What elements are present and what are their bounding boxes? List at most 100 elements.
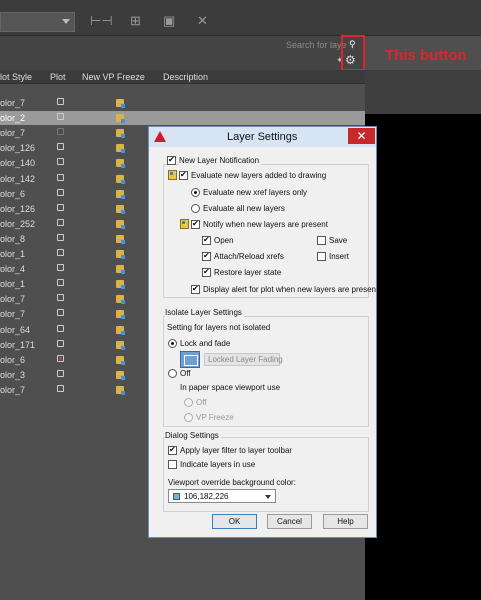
vp-freeze-icon[interactable] (116, 129, 125, 139)
open-checkbox[interactable] (202, 235, 211, 245)
ps-vp-freeze-radio[interactable] (184, 413, 193, 422)
save-checkbox[interactable] (317, 236, 326, 245)
column-description[interactable]: Description (163, 72, 208, 82)
plot-icon[interactable] (57, 98, 65, 106)
locked-fading-slider[interactable]: Locked Layer Fading (204, 353, 283, 366)
plot-icon[interactable] (57, 279, 65, 287)
plot-style-cell[interactable]: olor_6 (0, 189, 25, 199)
viewport-color-select[interactable]: 106,182,226 (168, 489, 276, 503)
vp-freeze-icon[interactable] (116, 385, 125, 395)
vp-freeze-icon[interactable] (116, 159, 125, 169)
vp-freeze-icon[interactable] (116, 189, 125, 199)
evaluate-all-radio[interactable] (191, 204, 200, 213)
column-plot-style[interactable]: lot Style (0, 72, 32, 82)
column-plot[interactable]: Plot (50, 72, 66, 82)
plot-style-cell[interactable]: olor_1 (0, 279, 25, 289)
vp-freeze-icon[interactable] (116, 295, 125, 305)
paste-icon[interactable]: ▣ (163, 14, 175, 28)
ok-button[interactable]: OK (212, 514, 257, 529)
plot-icon[interactable] (57, 354, 65, 363)
plot-icon[interactable] (57, 294, 65, 302)
vp-freeze-icon[interactable] (116, 219, 125, 229)
plot-icon[interactable] (57, 309, 65, 317)
vp-freeze-icon[interactable] (116, 325, 125, 335)
plot-style-cell[interactable]: olor_7 (0, 294, 25, 304)
off-radio[interactable] (168, 369, 177, 378)
plot-icon[interactable] (57, 158, 65, 166)
evaluate-new-checkbox[interactable] (179, 170, 188, 180)
plot-style-cell[interactable]: olor_171 (0, 340, 35, 350)
plot-style-cell[interactable]: olor_2 (0, 113, 25, 123)
table-row[interactable]: olor_7 (0, 96, 365, 110)
vp-freeze-icon[interactable] (116, 280, 125, 290)
column-new-vp-freeze[interactable]: New VP Freeze (82, 72, 145, 82)
vp-freeze-icon[interactable] (116, 340, 125, 350)
plot-style-cell[interactable]: olor_4 (0, 264, 25, 274)
vp-freeze-icon[interactable] (116, 370, 125, 380)
vp-freeze-icon[interactable] (116, 114, 125, 124)
isolate-icon[interactable]: ⊞ (130, 14, 141, 28)
lock-fade-radio[interactable] (168, 339, 177, 348)
measure-icon[interactable]: ⊢⊣ (90, 14, 113, 28)
plot-style-cell[interactable]: olor_3 (0, 370, 25, 380)
cancel-button[interactable]: Cancel (267, 514, 312, 529)
plot-style-cell[interactable]: olor_64 (0, 325, 30, 335)
indicate-use-checkbox[interactable] (168, 460, 177, 469)
plot-icon[interactable] (57, 113, 65, 121)
display-alert-checkbox[interactable] (191, 284, 200, 294)
plot-style-cell[interactable]: olor_7 (0, 385, 25, 395)
vp-freeze-icon[interactable] (116, 204, 125, 214)
plot-icon[interactable] (57, 128, 65, 136)
insert-checkbox[interactable] (317, 252, 326, 261)
restore-state-checkbox[interactable] (202, 267, 211, 277)
plot-style-cell[interactable]: olor_8 (0, 234, 25, 244)
plot-icon[interactable] (57, 203, 65, 212)
plot-style-cell[interactable]: olor_7 (0, 309, 25, 319)
plot-icon[interactable] (57, 173, 65, 182)
plot-icon[interactable] (57, 188, 65, 197)
layer-combo[interactable] (0, 12, 75, 32)
plot-style-cell[interactable]: olor_1 (0, 249, 25, 259)
plot-style-cell[interactable]: olor_126 (0, 204, 35, 214)
apply-filter-checkbox[interactable] (168, 445, 177, 455)
plot-icon[interactable] (57, 339, 65, 348)
vp-freeze-icon[interactable] (116, 355, 125, 365)
plot-icon[interactable] (57, 218, 65, 227)
vp-freeze-icon[interactable] (116, 99, 125, 108)
help-button[interactable]: Help (323, 514, 368, 529)
right-strip (365, 70, 481, 114)
plot-icon[interactable] (57, 143, 65, 151)
vp-freeze-icon[interactable] (116, 265, 125, 275)
plot-style-cell[interactable]: olor_140 (0, 158, 35, 168)
plot-style-cell[interactable]: olor_6 (0, 355, 25, 365)
model-space[interactable] (365, 114, 481, 600)
plot-style-cell[interactable]: olor_252 (0, 219, 35, 229)
plot-icon[interactable] (57, 233, 65, 242)
vp-freeze-icon[interactable] (116, 310, 125, 320)
table-row[interactable]: olor_2 (0, 111, 365, 126)
evaluate-xref-radio[interactable] (191, 188, 200, 197)
plot-style-cell[interactable]: olor_7 (0, 128, 25, 138)
plot-icon[interactable] (57, 384, 65, 393)
vp-freeze-icon[interactable] (116, 250, 125, 259)
vp-freeze-icon[interactable] (116, 234, 125, 244)
plot-icon[interactable] (57, 249, 65, 257)
ps-off-radio[interactable] (184, 398, 193, 407)
plot-icon[interactable] (57, 264, 65, 272)
plot-style-cell[interactable]: olor_7 (0, 98, 25, 108)
table-header: lot Style Plot New VP Freeze Description (0, 70, 365, 84)
notify-present-checkbox[interactable] (191, 219, 200, 229)
new-layer-notification-checkbox[interactable] (167, 155, 176, 165)
dialog-close-button[interactable]: ✕ (348, 128, 375, 144)
close-icon[interactable]: ✕ (197, 14, 208, 28)
plot-style-cell[interactable]: olor_142 (0, 174, 35, 184)
plot-style-cell[interactable]: olor_126 (0, 143, 35, 153)
lock-fade-label: Lock and fade (180, 339, 231, 348)
attach-reload-checkbox[interactable] (202, 251, 211, 261)
plot-icon[interactable] (57, 369, 65, 378)
evaluate-all-label: Evaluate all new layers (203, 204, 285, 213)
plot-icon[interactable] (57, 324, 65, 333)
vp-freeze-icon[interactable] (116, 174, 125, 184)
vp-freeze-icon[interactable] (116, 144, 125, 154)
dialog-titlebar[interactable]: Layer Settings ✕ (149, 127, 376, 147)
